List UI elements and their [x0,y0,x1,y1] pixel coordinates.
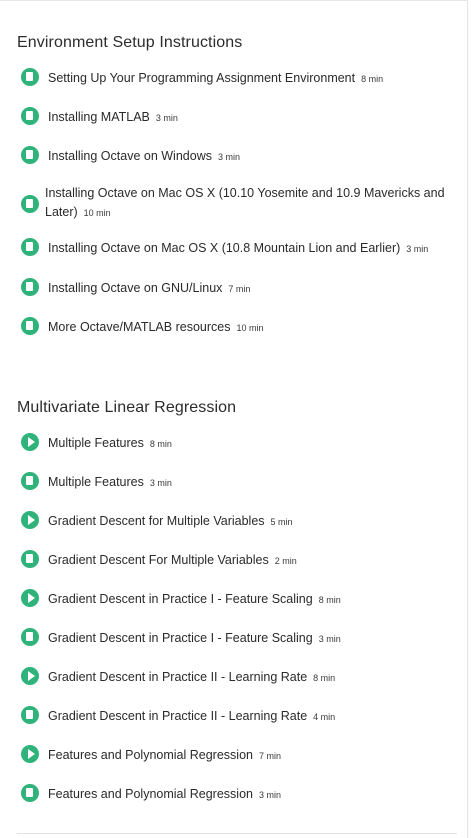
reading-icon [21,706,39,724]
lesson-title: Multiple Features [48,475,144,489]
lesson-title: Multiple Features [48,436,144,450]
play-icon [21,433,39,451]
lesson-list-panel: Environment Setup Instructions Setting U… [0,0,468,838]
lesson-duration: 8 min [361,74,384,84]
lesson-item[interactable]: More Octave/MATLAB resources 10 min [21,317,459,338]
divider [17,833,457,834]
lesson-title: Gradient Descent For Multiple Variables [48,553,269,567]
reading-icon [21,784,39,802]
lesson-duration: 10 min [236,323,264,333]
lesson-duration: 7 min [258,751,281,761]
reading-icon [21,550,39,568]
section-title-environment-setup: Environment Setup Instructions [17,34,243,51]
lesson-title: Gradient Descent in Practice I - Feature… [48,592,313,606]
lesson-item[interactable]: Gradient Descent in Practice II - Learni… [21,706,459,727]
lesson-item[interactable]: Features and Polynomial Regression 3 min [21,784,459,805]
lesson-title: Gradient Descent in Practice I - Feature… [48,631,313,645]
reading-icon [21,68,39,86]
play-icon [21,745,39,763]
lesson-item[interactable]: Installing Octave on GNU/Linux 7 min [21,278,459,299]
section-title-multivariate-linear-regression: Multivariate Linear Regression [17,399,237,416]
lesson-title: Gradient Descent for Multiple Variables [48,514,265,528]
lesson-title: Installing Octave on Mac OS X (10.8 Moun… [48,241,401,255]
lesson-duration: 10 min [83,208,111,218]
lesson-duration: 4 min [313,712,336,722]
reading-icon [21,238,39,256]
lesson-duration: 3 min [155,113,178,123]
lesson-duration: 7 min [228,284,251,294]
lesson-duration: 8 min [313,673,336,683]
lesson-item[interactable]: Installing Octave on Mac OS X (10.10 Yos… [21,184,459,223]
lesson-title: Installing MATLAB [48,110,150,124]
lesson-duration: 8 min [149,439,172,449]
lesson-item[interactable]: Setting Up Your Programming Assignment E… [21,68,459,89]
lesson-item[interactable]: Gradient Descent in Practice II - Learni… [21,667,459,688]
reading-icon [21,146,39,164]
lesson-duration: 3 min [406,244,429,254]
lesson-duration: 8 min [318,595,341,605]
play-icon [21,589,39,607]
lesson-duration: 3 min [217,152,240,162]
lesson-title: Gradient Descent in Practice II - Learni… [48,709,308,723]
lesson-title: Features and Polynomial Regression [48,787,253,801]
lesson-item[interactable]: Gradient Descent for Multiple Variables 5… [21,511,459,532]
lesson-duration: 3 min [149,478,172,488]
lesson-title: Installing Octave on Windows [48,149,212,163]
lesson-duration: 5 min [270,517,293,527]
lesson-item[interactable]: Installing MATLAB 3 min [21,107,459,128]
lesson-title: Gradient Descent in Practice II - Learni… [48,670,308,684]
lesson-duration: 2 min [274,556,297,566]
lesson-item[interactable]: Gradient Descent in Practice I - Feature… [21,589,459,610]
lesson-duration: 3 min [318,634,341,644]
lesson-item[interactable]: Features and Polynomial Regression 7 min [21,745,459,766]
reading-icon [21,317,39,335]
lesson-item[interactable]: Multiple Features 8 min [21,433,459,454]
lesson-item[interactable]: Multiple Features 3 min [21,472,459,493]
play-icon [21,667,39,685]
reading-icon [21,628,39,646]
lesson-item[interactable]: Gradient Descent in Practice I - Feature… [21,628,459,649]
lesson-title: Features and Polynomial Regression [48,748,253,762]
reading-icon [21,107,39,125]
reading-icon [21,472,39,490]
reading-icon [21,194,39,213]
play-icon [21,511,39,529]
lesson-title: Installing Octave on GNU/Linux [48,281,223,295]
reading-icon [21,278,39,296]
lesson-item[interactable]: Installing Octave on Mac OS X (10.8 Moun… [21,238,459,259]
lesson-item[interactable]: Gradient Descent For Multiple Variables 2… [21,550,459,571]
lesson-title: Setting Up Your Programming Assignment E… [48,71,356,85]
lesson-title: More Octave/MATLAB resources [48,320,231,334]
lesson-duration: 3 min [258,790,281,800]
lesson-item[interactable]: Installing Octave on Windows 3 min [21,146,459,167]
